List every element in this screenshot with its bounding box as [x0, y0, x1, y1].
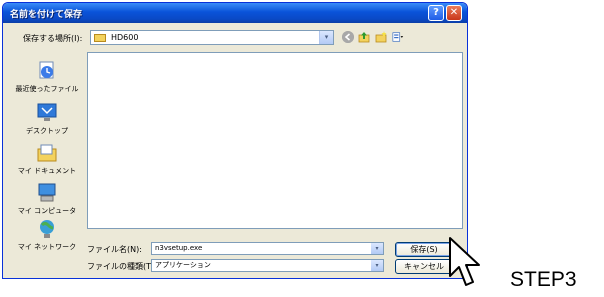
save-as-dialog: 名前を付けて保存 ? ✕ 保存する場所(I): HD600 ▾ 最近使ったファイ… [2, 2, 468, 279]
chevron-down-icon[interactable]: ▾ [371, 243, 383, 254]
place-label: マイ ドキュメント [17, 167, 77, 175]
views-menu-icon[interactable] [392, 31, 404, 43]
recent-documents-icon [39, 61, 54, 79]
desktop-icon [37, 103, 57, 121]
step-label: STEP3 [510, 268, 577, 291]
title-bar[interactable]: 名前を付けて保存 ? ✕ [3, 3, 467, 23]
help-button[interactable]: ? [428, 5, 444, 21]
filetype-value: アプリケーション [155, 261, 211, 269]
place-my-documents[interactable]: マイ ドキュメント [10, 143, 84, 176]
my-computer-icon [38, 183, 56, 202]
file-list-area[interactable] [87, 52, 463, 229]
filename-input[interactable]: n3vsetup.exe ▾ [151, 242, 384, 255]
place-label: デスクトップ [26, 127, 68, 135]
place-label: マイ コンピュータ [17, 207, 77, 215]
places-bar: 最近使ったファイル デスクトップ マイ ドキュメント マイ コンピュータ マイ … [10, 53, 84, 277]
save-in-value: HD600 [111, 33, 139, 42]
new-folder-icon[interactable] [375, 31, 387, 43]
my-documents-icon [37, 144, 57, 162]
save-in-label: 保存する場所(I): [23, 34, 83, 43]
chevron-down-icon[interactable]: ▾ [371, 260, 383, 271]
save-in-dropdown[interactable]: HD600 ▾ [90, 30, 334, 45]
place-label: マイ ネットワーク [17, 243, 77, 251]
filetype-select[interactable]: アプリケーション ▾ [151, 259, 384, 272]
close-button[interactable]: ✕ [446, 5, 462, 21]
place-recent[interactable]: 最近使ったファイル [10, 61, 84, 94]
save-button[interactable]: 保存(S) [395, 242, 453, 257]
place-label: 最近使ったファイル [15, 85, 79, 93]
place-my-network[interactable]: マイ ネットワーク [10, 219, 84, 252]
filename-value: n3vsetup.exe [155, 244, 203, 252]
cancel-button[interactable]: キャンセル [395, 259, 453, 274]
dialog-title: 名前を付けて保存 [10, 10, 83, 20]
up-folder-icon[interactable] [358, 31, 370, 43]
my-network-icon [40, 220, 54, 238]
place-desktop[interactable]: デスクトップ [10, 103, 84, 136]
back-icon[interactable] [342, 31, 354, 43]
chevron-down-icon[interactable]: ▾ [319, 31, 333, 44]
mouse-pointer-icon [449, 237, 480, 286]
filetype-label: ファイルの種類(T): [87, 262, 157, 271]
place-my-computer[interactable]: マイ コンピュータ [10, 183, 84, 216]
folder-icon [94, 34, 106, 42]
filename-label: ファイル名(N): [87, 245, 142, 254]
